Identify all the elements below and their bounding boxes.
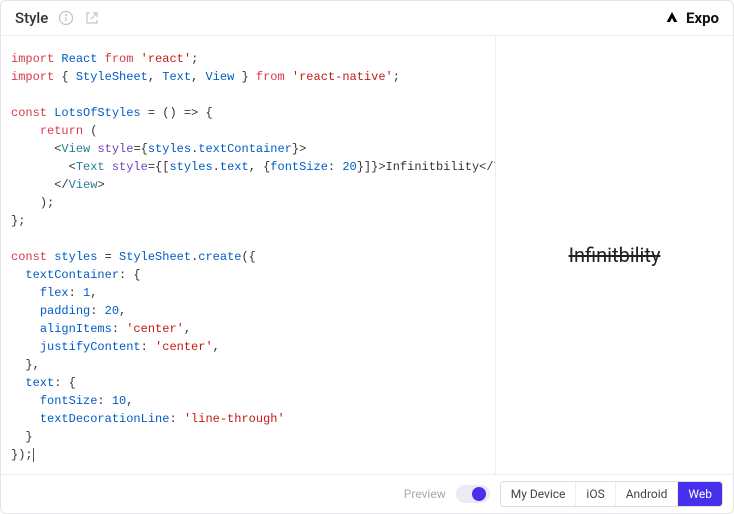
brand-label: Expo: [686, 9, 719, 27]
header-left: Style: [15, 9, 100, 27]
platform-tabs: My Device iOS Android Web: [500, 481, 723, 507]
preview-output-text: Infinitbility: [569, 243, 661, 267]
tab-web[interactable]: Web: [678, 482, 722, 506]
project-title: Style: [15, 9, 48, 27]
preview-canvas: Infinitbility: [496, 36, 733, 474]
preview-panel: Infinitbility: [495, 36, 733, 474]
text-cursor: [33, 448, 34, 462]
tab-ios[interactable]: iOS: [576, 482, 615, 506]
external-link-icon[interactable]: [84, 10, 100, 26]
code-editor[interactable]: import React from 'react'; import { Styl…: [1, 36, 495, 474]
tab-android[interactable]: Android: [616, 482, 679, 506]
header: Style Expo: [1, 1, 733, 36]
expo-logo-icon: [664, 10, 680, 26]
preview-label: Preview: [404, 487, 446, 501]
tab-my-device[interactable]: My Device: [501, 482, 577, 506]
snack-window: Style Expo import React from 'react'; im…: [0, 0, 734, 514]
expo-brand[interactable]: Expo: [664, 9, 719, 27]
body: import React from 'react'; import { Styl…: [1, 36, 733, 474]
code-block: import React from 'react'; import { Styl…: [11, 50, 485, 474]
info-icon[interactable]: [58, 10, 74, 26]
footer: Preview My Device iOS Android Web: [1, 474, 733, 513]
preview-toggle[interactable]: [456, 485, 490, 503]
toggle-knob: [472, 487, 486, 501]
